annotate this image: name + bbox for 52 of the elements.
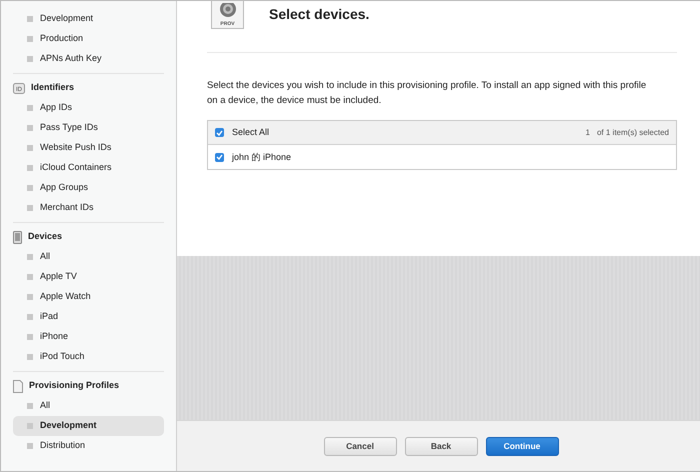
- sidebar-item[interactable]: App Groups: [13, 178, 164, 198]
- sidebar-item[interactable]: All: [13, 247, 164, 267]
- bullet-icon: [27, 403, 33, 409]
- checkbox[interactable]: [215, 128, 224, 138]
- footer-button[interactable]: Cancel: [324, 436, 396, 456]
- phone-icon: [13, 230, 22, 244]
- page-title: Select devices.: [269, 5, 370, 24]
- bullet-icon: [27, 16, 33, 22]
- bullet-icon: [27, 125, 33, 131]
- bullet-icon: [27, 294, 33, 300]
- device-name: john 的 iPhone: [232, 150, 292, 164]
- bullet-icon: [27, 165, 33, 171]
- sidebar-item[interactable]: Pass Type IDs: [13, 118, 164, 138]
- document-icon: [13, 380, 23, 392]
- section-heading: Identifiers: [31, 81, 74, 94]
- sidebar-item[interactable]: Distribution: [13, 436, 164, 456]
- bullet-icon: [27, 56, 33, 62]
- sidebar-item[interactable]: App IDs: [13, 98, 164, 118]
- bullet-icon: [27, 423, 33, 429]
- selected-count-text: of 1 item(s) selected: [596, 126, 669, 139]
- selected-count: 1: [586, 126, 590, 139]
- description-text: Select the devices you wish to include in this provisioning profile. To install an app signed with this profile on a device, the device must be included.: [207, 79, 648, 108]
- bullet-icon: [27, 354, 33, 360]
- sidebar-item[interactable]: All: [13, 396, 164, 416]
- sidebar-item[interactable]: Production: [13, 29, 164, 49]
- bullet-icon: [27, 443, 33, 449]
- bullet-icon: [27, 334, 33, 340]
- sidebar-item[interactable]: iCloud Containers: [13, 158, 164, 178]
- continue-button[interactable]: Continue: [486, 436, 558, 456]
- footer-button[interactable]: Back: [404, 436, 478, 456]
- section-heading: Provisioning Profiles: [29, 379, 120, 392]
- sidebar-item[interactable]: iPad: [13, 307, 164, 327]
- sidebar-item[interactable]: Merchant IDs: [13, 198, 164, 218]
- sidebar-item[interactable]: Development: [13, 9, 164, 29]
- sidebar-item[interactable]: Website Push IDs: [13, 138, 164, 158]
- bullet-icon: [27, 185, 33, 191]
- bullet-icon: [27, 254, 33, 260]
- bullet-icon: [27, 205, 33, 211]
- bullet-icon: [27, 314, 33, 320]
- sidebar-item[interactable]: Development: [13, 416, 164, 436]
- sidebar-item[interactable]: iPhone: [13, 327, 164, 347]
- checkbox[interactable]: [215, 152, 224, 162]
- section-heading: Devices: [28, 230, 62, 244]
- bullet-icon: [27, 36, 33, 42]
- bullet-icon: [27, 105, 33, 111]
- sidebar-item[interactable]: Apple Watch: [13, 287, 164, 307]
- bullet-icon: [27, 274, 33, 280]
- bullet-icon: [27, 145, 33, 151]
- sidebar-item[interactable]: APNs Auth Key: [13, 49, 164, 69]
- sidebar-item[interactable]: Apple TV: [13, 267, 164, 287]
- sidebar-item[interactable]: iPod Touch: [13, 347, 164, 367]
- select-all-label: Select All: [232, 126, 270, 140]
